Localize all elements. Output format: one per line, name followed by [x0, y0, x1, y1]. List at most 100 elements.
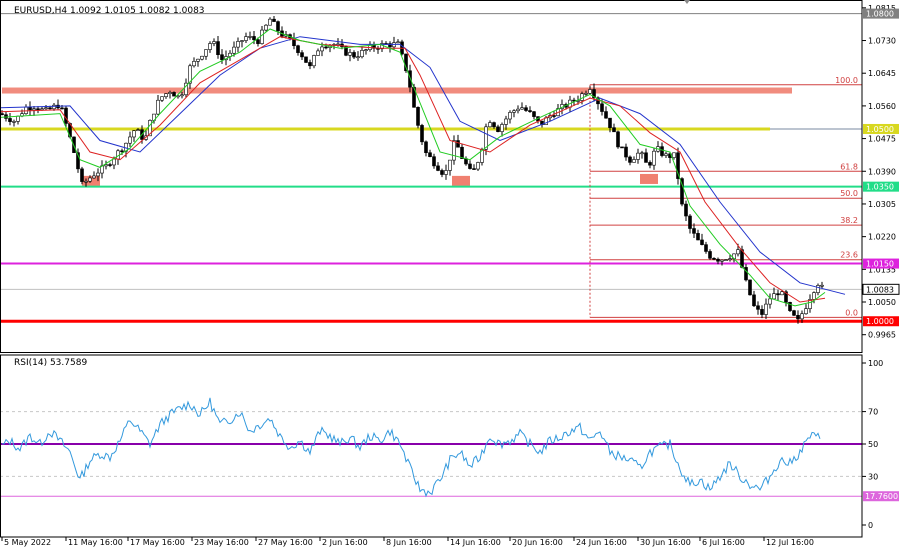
candle-body [716, 258, 720, 262]
resistance-zone [2, 87, 792, 94]
candle-body [768, 298, 772, 305]
candle-body [352, 52, 356, 58]
candle-body [684, 203, 688, 217]
candle-body [500, 124, 504, 132]
candle-body [440, 170, 444, 175]
candle-body [88, 177, 92, 182]
fib-label: 0.0 [845, 308, 858, 317]
candle-body [708, 251, 712, 259]
candle-body [32, 108, 36, 111]
candle-body [244, 36, 248, 41]
x-tick-label: 14 Jun 16:00 [450, 538, 501, 547]
candle-body [612, 127, 616, 133]
price-tick-label: 1.0475 [868, 135, 896, 144]
candle-body [420, 125, 424, 143]
candle-body [772, 293, 776, 300]
candle-body [692, 228, 696, 234]
x-tick-label: 2 Jun 16:00 [322, 538, 368, 547]
candle-body [728, 258, 732, 260]
candle-body [584, 93, 588, 95]
candle-body [208, 43, 212, 50]
x-tick-label: 8 Jun 16:00 [386, 538, 432, 547]
price-tick-label: 1.0730 [868, 37, 896, 46]
fib-label: 50.0 [840, 189, 858, 198]
candle-body [524, 107, 528, 111]
candle-body [488, 122, 492, 128]
candle-body [660, 146, 664, 156]
candle-body [348, 52, 352, 56]
price-tick-label: 1.0645 [868, 69, 896, 78]
candle-body [52, 104, 56, 110]
candle-body [236, 41, 240, 48]
candle-body [220, 54, 224, 61]
candle-body [724, 259, 728, 261]
level-tag-label: 1.0800 [866, 10, 894, 19]
candle-body [780, 291, 784, 296]
x-tick-label: 24 Jun 16:00 [576, 538, 627, 547]
candle-body [28, 106, 32, 111]
candle-body [528, 110, 532, 112]
candle-body [364, 49, 368, 51]
rsi-tick-label: 100 [868, 359, 883, 368]
level-tag-label: 1.0350 [866, 183, 894, 192]
x-tick-label: 12 Jul 16:00 [766, 538, 814, 547]
candle-body [200, 55, 204, 60]
candle-body [504, 118, 508, 125]
rsi-frame [0, 354, 863, 538]
candle-body [120, 150, 124, 153]
candle-body [720, 259, 724, 262]
candle-body [608, 117, 612, 128]
x-tick-label: 20 Jun 16:00 [512, 538, 563, 547]
rsi-level-label: 17.7600 [865, 492, 898, 501]
candle-body [40, 108, 44, 111]
price-tick-label: 0.9965 [868, 331, 896, 340]
candle-body [756, 305, 760, 310]
candle-body [196, 58, 200, 62]
candle-body [264, 24, 268, 31]
candle-body [496, 126, 500, 132]
candle-body [452, 140, 456, 161]
candle-body [704, 244, 708, 252]
candle-body [232, 46, 236, 54]
rsi-tick-label: 50 [868, 440, 878, 449]
candle-body [760, 309, 764, 315]
candle-body [132, 130, 136, 138]
candle-body [712, 257, 716, 260]
candle-body [444, 170, 448, 175]
candle-body [804, 308, 808, 315]
level-tag-label: 1.0000 [866, 317, 894, 326]
candle-body [512, 110, 516, 113]
candle-body [108, 164, 112, 166]
chart-root: 100.0 61.8 50.0 38.2 23.6 0.0 1.0815 1.0730 1.0… [0, 0, 900, 549]
candle-body [588, 89, 592, 94]
candle-body [652, 150, 656, 166]
candle-body [632, 159, 636, 163]
candle-body [432, 156, 436, 167]
candle-body [92, 175, 96, 179]
price-frame [0, 0, 863, 353]
candle-body [128, 136, 132, 144]
candle-body [324, 46, 328, 49]
candle-body [792, 310, 796, 316]
x-tick-label: 11 May 16:00 [68, 538, 123, 547]
candle-body [172, 92, 176, 97]
candle-body [112, 158, 116, 166]
candle-body [616, 131, 620, 148]
rsi-tick-label: 70 [868, 408, 878, 417]
candle-body [812, 292, 816, 300]
candle-body [700, 239, 704, 245]
candle-body [472, 168, 476, 170]
candle-body [456, 140, 460, 148]
candle-body [468, 163, 472, 169]
x-tick-label: 30 Jun 16:00 [640, 538, 691, 547]
candle-body [180, 94, 184, 97]
candle-body [672, 152, 676, 158]
candle-body [648, 162, 652, 166]
price-tick-label: 1.0390 [868, 167, 896, 176]
ma-mid-line [0, 36, 826, 303]
candle-body [260, 29, 264, 44]
rsi-line [1, 397, 821, 498]
candle-body [696, 233, 700, 241]
candle-body [212, 41, 216, 44]
support-box [640, 173, 658, 184]
